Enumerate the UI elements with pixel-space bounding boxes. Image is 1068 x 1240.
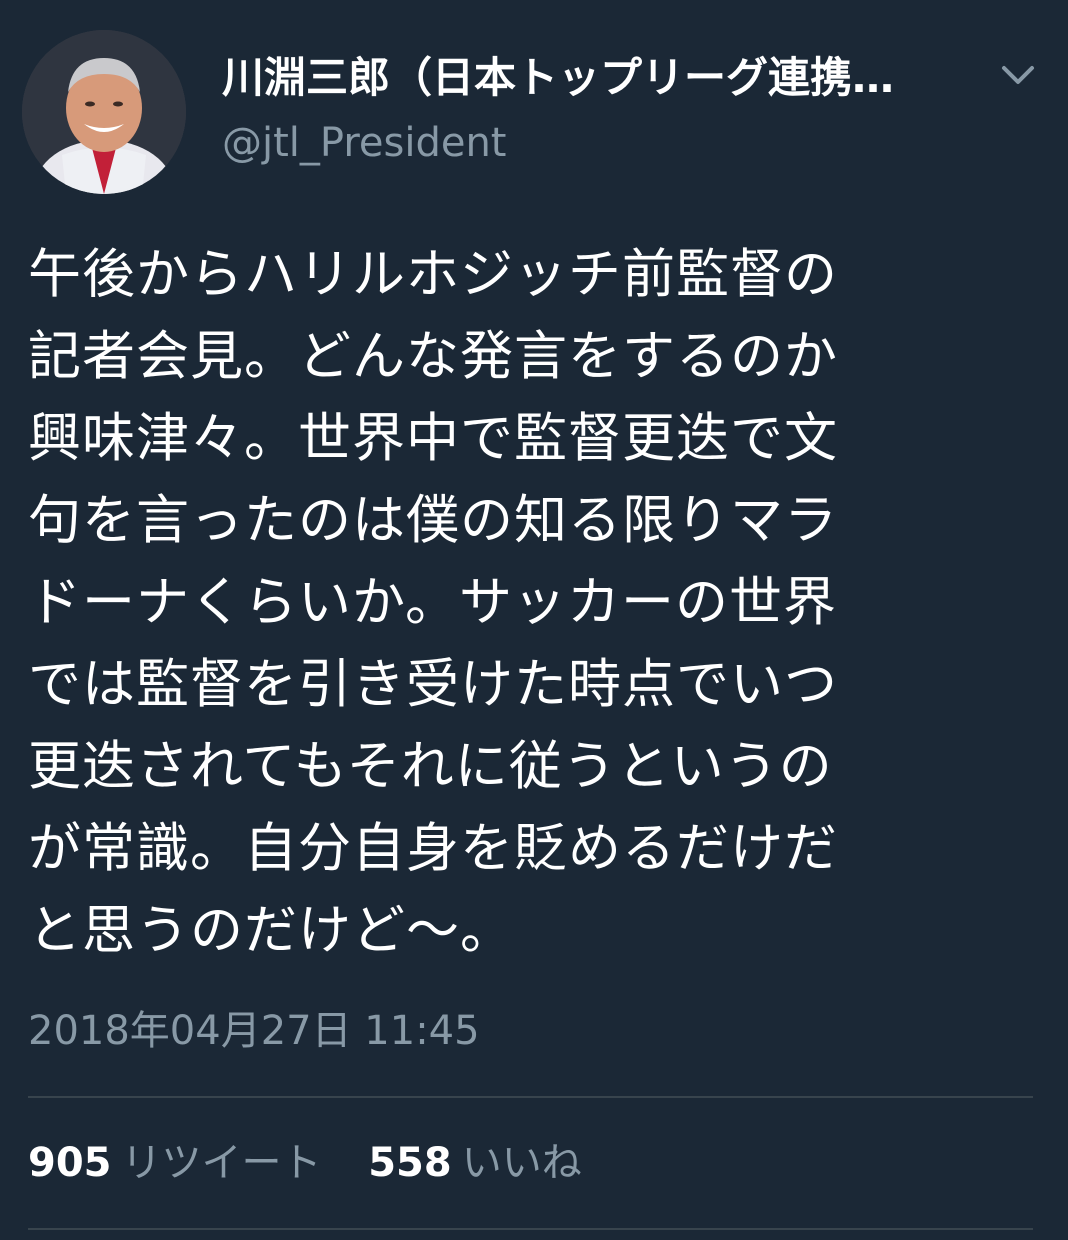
divider bbox=[28, 1228, 1033, 1230]
likes-stat[interactable]: 558 いいね bbox=[368, 1138, 582, 1188]
display-name[interactable]: 川淵三郎（日本トップリーグ連携… bbox=[222, 52, 942, 104]
tweet-detail: 川淵三郎（日本トップリーグ連携… @jtl_President 午後からハリルホ… bbox=[0, 0, 1068, 1240]
retweets-label: リツイート bbox=[121, 1140, 322, 1186]
avatar-image bbox=[22, 30, 186, 194]
avatar[interactable] bbox=[22, 30, 186, 194]
user-handle[interactable]: @jtl_President bbox=[222, 118, 507, 168]
divider bbox=[28, 1096, 1033, 1098]
likes-label: いいね bbox=[461, 1140, 582, 1186]
chevron-down-icon[interactable] bbox=[996, 58, 1040, 92]
likes-count: 558 bbox=[368, 1140, 452, 1186]
tweet-timestamp[interactable]: 2018年04月27日 11:45 bbox=[28, 1006, 480, 1056]
retweets-count: 905 bbox=[28, 1140, 112, 1186]
retweets-stat[interactable]: 905 リツイート bbox=[28, 1138, 322, 1188]
tweet-text: 午後からハリルホジッチ前監督の 記者会見。どんな発言をするのか 興味津々。世界中… bbox=[28, 244, 838, 961]
engagement-stats: 905 リツイート 558 いいね bbox=[28, 1138, 616, 1188]
